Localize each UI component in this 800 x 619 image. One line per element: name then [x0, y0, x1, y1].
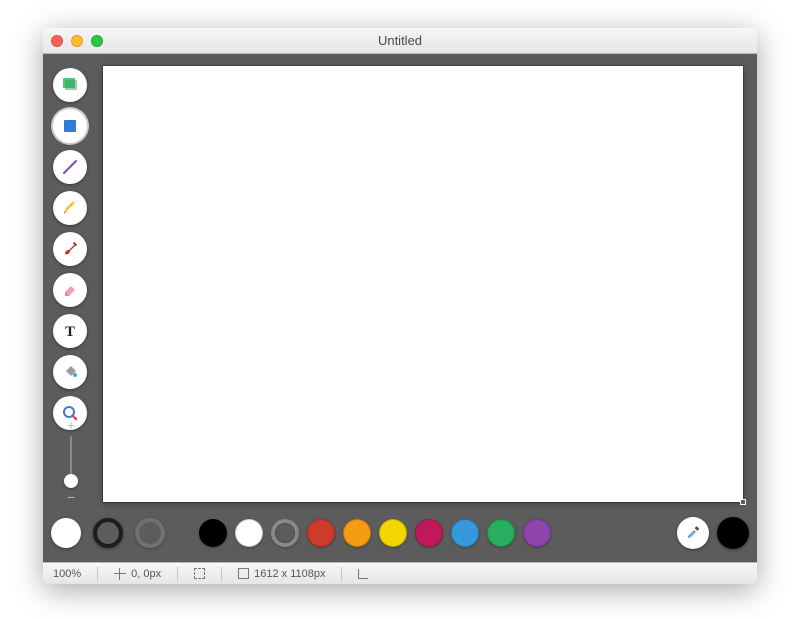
stroke-fill-group	[51, 518, 165, 548]
fill-swatch[interactable]	[51, 518, 81, 548]
text-icon: T	[61, 322, 79, 340]
size-increase[interactable]: +	[64, 418, 78, 432]
color-palette	[199, 519, 551, 547]
pencil-icon	[61, 199, 79, 217]
brush-tool[interactable]	[53, 232, 87, 266]
eraser-icon	[61, 281, 79, 299]
line-icon	[61, 158, 79, 176]
eyedropper-icon	[684, 524, 702, 542]
angle-icon	[358, 569, 368, 579]
selection-tool[interactable]	[53, 68, 87, 102]
close-window-button[interactable]	[51, 35, 63, 47]
cursor-pos-value: 0, 0px	[131, 568, 161, 580]
window-title: Untitled	[43, 33, 757, 48]
palette-red[interactable]	[307, 519, 335, 547]
fill-icon	[61, 363, 79, 381]
angle-readout	[358, 569, 368, 579]
brush-icon	[61, 240, 79, 258]
selection-size	[194, 568, 205, 579]
stroke-swatch[interactable]	[93, 518, 123, 548]
palette-yellow[interactable]	[379, 519, 407, 547]
app-window: Untitled	[43, 28, 757, 584]
minimize-window-button[interactable]	[71, 35, 83, 47]
palette-blue[interactable]	[451, 519, 479, 547]
status-sep	[177, 567, 178, 581]
canvas-resize-handle[interactable]	[740, 499, 746, 505]
zoom-value: 100%	[53, 568, 81, 580]
canvas-box-icon	[238, 568, 249, 579]
shape-tool[interactable]	[53, 109, 87, 143]
color-bar	[51, 510, 749, 556]
size-track[interactable]	[70, 436, 72, 486]
brush-size-slider[interactable]: + −	[61, 418, 81, 504]
secondary-stroke-swatch[interactable]	[135, 518, 165, 548]
current-color-swatch[interactable]	[717, 517, 749, 549]
traffic-lights	[51, 35, 103, 47]
palette-magenta[interactable]	[415, 519, 443, 547]
selection-box-icon	[194, 568, 205, 579]
line-tool[interactable]	[53, 150, 87, 184]
palette-black[interactable]	[199, 519, 227, 547]
status-sep	[221, 567, 222, 581]
zoom-level[interactable]: 100%	[53, 568, 81, 580]
shape-icon	[61, 117, 79, 135]
status-sep	[97, 567, 98, 581]
workspace: T + −	[43, 54, 757, 562]
text-tool[interactable]: T	[53, 314, 87, 348]
canvas[interactable]	[103, 66, 743, 502]
size-thumb[interactable]	[64, 474, 78, 488]
pencil-tool[interactable]	[53, 191, 87, 225]
palette-purple[interactable]	[523, 519, 551, 547]
left-toolbar: T	[53, 68, 87, 430]
color-bar-right	[677, 517, 749, 549]
svg-text:T: T	[65, 324, 75, 340]
palette-white[interactable]	[235, 519, 263, 547]
zoom-window-button[interactable]	[91, 35, 103, 47]
crosshair-icon	[114, 568, 126, 580]
eraser-tool[interactable]	[53, 273, 87, 307]
fill-tool[interactable]	[53, 355, 87, 389]
statusbar: 100% 0, 0px 1612 x 1108px	[43, 562, 757, 584]
size-decrease[interactable]: −	[64, 490, 78, 504]
palette-none[interactable]	[271, 519, 299, 547]
canvas-size: 1612 x 1108px	[238, 568, 325, 580]
cursor-position: 0, 0px	[114, 568, 161, 580]
selection-icon	[61, 76, 79, 94]
titlebar: Untitled	[43, 28, 757, 54]
palette-orange[interactable]	[343, 519, 371, 547]
status-sep	[341, 567, 342, 581]
eyedropper-button[interactable]	[677, 517, 709, 549]
palette-green[interactable]	[487, 519, 515, 547]
canvas-size-value: 1612 x 1108px	[254, 568, 325, 580]
